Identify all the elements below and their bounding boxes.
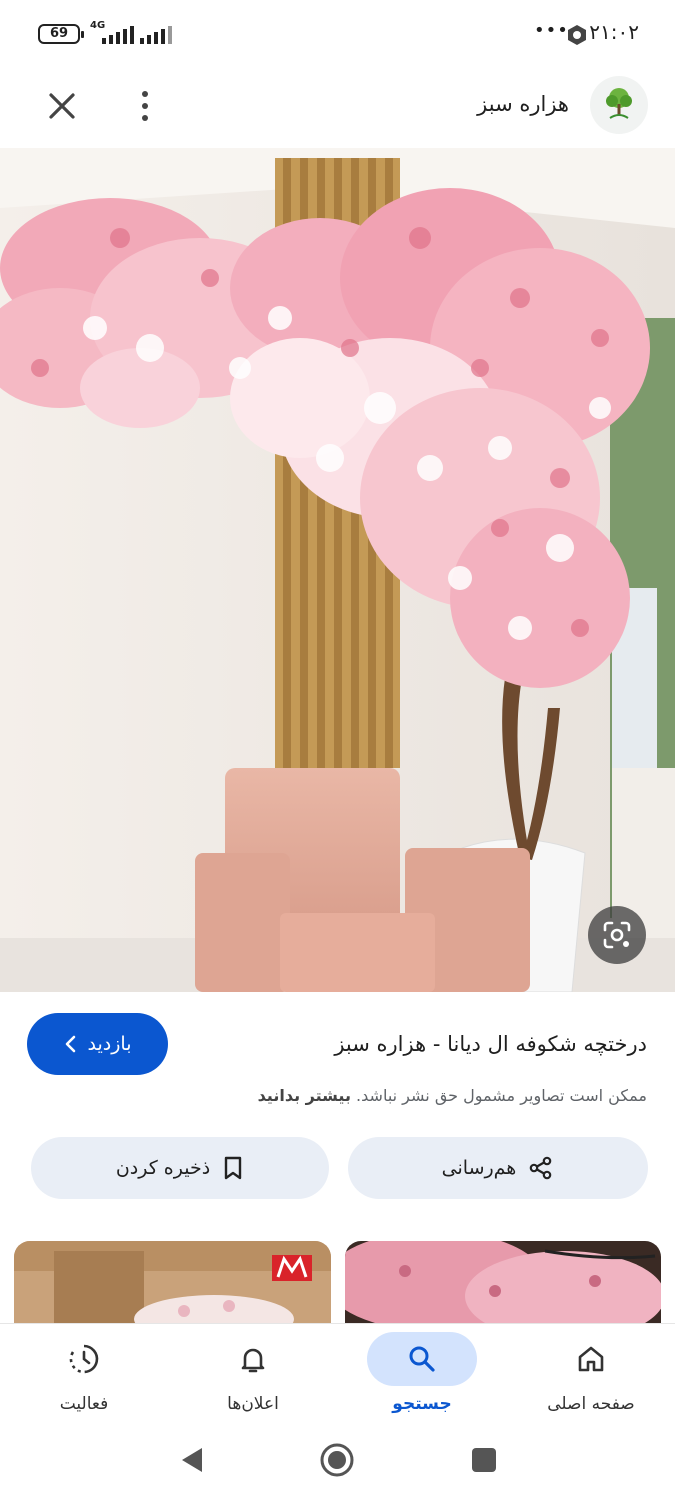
visit-button[interactable]: بازدید [27,1013,168,1075]
tree-logo-icon [606,88,632,119]
home-circle-icon[interactable] [318,1441,356,1479]
chevron-left-icon [65,1035,75,1053]
more-vert-icon [142,91,148,121]
more-notifications-icon: ••• [534,20,569,41]
save-button[interactable]: ذخیره کردن [31,1137,329,1199]
nav-home-icon-wrap [536,1332,646,1386]
related-interior-photo [14,1241,331,1323]
more-options-button[interactable] [130,86,160,126]
site-name: هزاره سبز [477,92,569,116]
search-icon [409,1346,435,1372]
result-image[interactable] [0,148,675,992]
back-triangle-icon[interactable] [176,1444,206,1476]
cherry-blossom-tree-photo [0,148,675,992]
learn-more-link[interactable]: بیشتر بدانید [258,1086,351,1105]
site-logo[interactable] [590,76,648,134]
nav-search-label: جستجو [392,1394,452,1414]
top-app-bar: هزاره سبز [0,70,675,148]
close-icon [49,93,75,119]
system-navigation-bar [0,1428,675,1500]
nav-search-icon-wrap [367,1332,477,1386]
related-blossom-photo [345,1241,661,1323]
share-button[interactable]: هم‌رسانی [348,1137,648,1199]
activity-history-icon [69,1344,99,1374]
home-icon [578,1346,604,1372]
nav-notifications[interactable]: اعلان‌ها [169,1324,337,1429]
bottom-navigation: صفحه اصلی جستجو اعلان‌ها فعالیت [0,1323,675,1428]
copyright-text: ممکن است تصاویر مشمول حق نشر نباشد. [356,1086,647,1105]
visit-label: بازدید [87,1033,132,1055]
copyright-note: ممکن است تصاویر مشمول حق نشر نباشد. بیشت… [258,1086,647,1105]
result-title: درختچه شکوفه ال دیانا - هزاره سبز [334,1032,647,1056]
battery-indicator: 69 [38,24,84,44]
related-image-thumbnail[interactable] [14,1241,331,1323]
signal-strength-2-icon [140,26,172,44]
google-lens-button[interactable] [588,906,646,964]
nav-home[interactable]: صفحه اصلی [507,1324,675,1429]
status-bar: 69 4G ••• ۲۱:۰۲ [0,0,675,70]
signal-strength-icon [102,26,134,44]
nav-activity-icon-wrap [29,1332,139,1386]
nav-search[interactable]: جستجو [338,1324,506,1429]
nav-activity-label: فعالیت [59,1394,109,1414]
save-label: ذخیره کردن [115,1157,211,1179]
lens-icon [603,921,631,949]
nav-home-label: صفحه اصلی [547,1394,635,1414]
nav-activity[interactable]: فعالیت [0,1324,168,1429]
share-icon [530,1156,552,1180]
related-image-thumbnail[interactable] [345,1241,661,1323]
bookmark-icon [224,1156,242,1180]
share-label: هم‌رسانی [441,1157,517,1179]
app-notification-icon [568,25,586,45]
nav-notifications-icon-wrap [198,1332,308,1386]
nav-notifications-label: اعلان‌ها [227,1394,279,1414]
recents-square-icon[interactable] [470,1446,498,1474]
status-clock: ۲۱:۰۲ [589,20,639,44]
bell-icon [241,1348,265,1373]
close-button[interactable] [42,86,82,126]
